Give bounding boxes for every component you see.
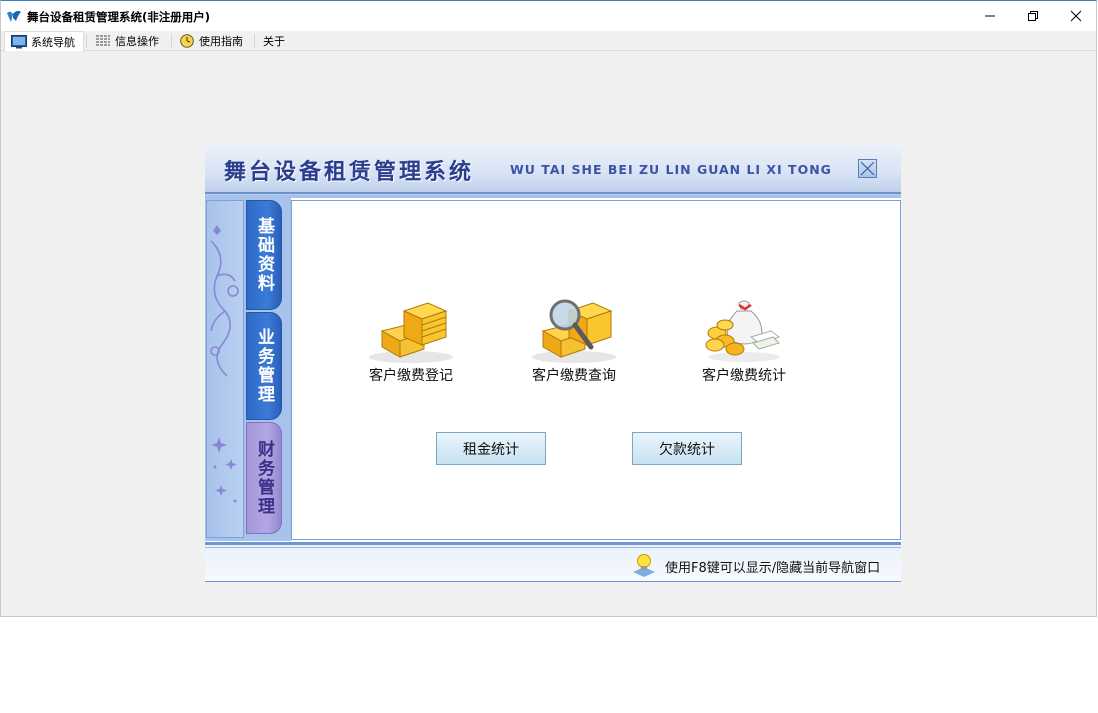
panel-subtitle: WU TAI SHE BEI ZU LIN GUAN LI XI TONG [510, 162, 832, 177]
item-label: 客户缴费查询 [532, 368, 616, 384]
rent-statistics-button[interactable]: 租金统计 [436, 432, 546, 465]
side-tab-label: 财务管理 [254, 440, 274, 516]
item-label: 客户缴费统计 [702, 368, 786, 384]
grid-icon [96, 35, 110, 46]
panel-header: 舞台设备租赁管理系统 WU TAI SHE BEI ZU LIN GUAN LI… [205, 142, 901, 198]
customer-payment-query[interactable]: 客户缴费查询 [504, 297, 644, 387]
header-divider [205, 195, 901, 198]
tab-about[interactable]: 关于 [257, 31, 297, 51]
floral-decoration-icon [210, 225, 239, 503]
side-navigation: 基础资料 业务管理 财务管理 [205, 198, 291, 541]
tab-label: 系统导航 [31, 35, 75, 49]
panel-footer: 使用F8键可以显示/隐藏当前导航窗口 [205, 542, 901, 582]
navigation-panel: 舞台设备租赁管理系统 WU TAI SHE BEI ZU LIN GUAN LI… [205, 142, 901, 582]
customer-payment-register[interactable]: 客户缴费登记 [341, 297, 481, 387]
side-decoration [206, 200, 244, 538]
title-bar[interactable]: 舞台设备租赁管理系统(非注册用户) [1, 1, 1096, 31]
coin-stack-icon [369, 302, 453, 363]
tab-info-operation[interactable]: 信息操作 [89, 31, 169, 51]
monitor-icon [11, 34, 27, 48]
header-divider [205, 192, 901, 194]
restore-icon [1027, 11, 1038, 21]
app-logo-icon [7, 10, 21, 22]
close-icon [1070, 10, 1081, 22]
tab-separator [86, 34, 87, 48]
tab-label: 关于 [263, 35, 285, 48]
tab-user-guide[interactable]: 使用指南 [173, 31, 253, 51]
item-label: 客户缴费登记 [369, 368, 453, 384]
restore-button[interactable] [1010, 1, 1055, 31]
tab-separator [254, 34, 255, 48]
window-title: 舞台设备租赁管理系统(非注册用户) [27, 10, 211, 24]
arrears-statistics-button[interactable]: 欠款统计 [632, 432, 742, 465]
side-tab-label: 基础资料 [254, 217, 274, 293]
footer-hint: 使用F8键可以显示/隐藏当前导航窗口 [665, 561, 881, 576]
menu-tab-bar: 系统导航 信息操作 使用指南 关于 [1, 31, 1096, 51]
side-tab-basic-data[interactable]: 基础资料 [246, 200, 282, 310]
tab-system-navigation[interactable]: 系统导航 [4, 31, 84, 51]
minimize-button[interactable] [967, 1, 1012, 31]
lightbulb-tip-icon [633, 554, 655, 577]
footer-divider [205, 547, 901, 548]
clock-icon [180, 34, 194, 48]
minimize-icon [984, 15, 995, 17]
side-tab-business-management[interactable]: 业务管理 [246, 312, 282, 420]
close-button[interactable] [1053, 1, 1098, 31]
tab-label: 使用指南 [199, 35, 243, 48]
panel-close-button[interactable] [858, 159, 877, 178]
customer-payment-statistics[interactable]: 客户缴费统计 [674, 297, 814, 387]
panel-title: 舞台设备租赁管理系统 [224, 160, 475, 185]
content-area: 客户缴费登记 客户缴费查询 客户缴费统计 租金统计 欠款统计 [291, 200, 901, 540]
side-tab-label: 业务管理 [254, 328, 274, 404]
money-bag-icon [705, 300, 781, 362]
side-tab-finance-management[interactable]: 财务管理 [246, 422, 282, 534]
close-icon [860, 161, 875, 176]
tab-separator [171, 34, 172, 48]
tab-label: 信息操作 [115, 35, 159, 48]
coin-search-icon [532, 299, 616, 363]
